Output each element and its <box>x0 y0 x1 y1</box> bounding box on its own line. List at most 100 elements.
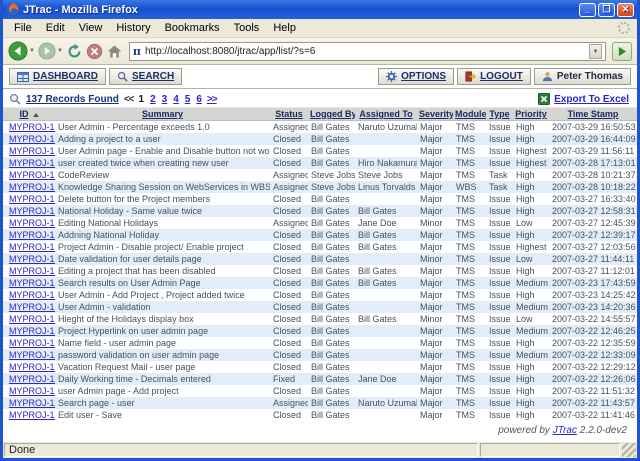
cell-type: Issue <box>486 157 513 169</box>
records-found-link[interactable]: 137 Records Found <box>26 94 119 105</box>
cell-assigned-to: Hiro Nakamura <box>355 157 417 169</box>
cell-status: Closed <box>270 193 308 205</box>
cell-summary: Project Hyperlink on user admin page <box>55 325 270 337</box>
cell-id: MYPROJ-135 <box>3 145 55 157</box>
issue-id-link[interactable]: MYPROJ-132 <box>6 182 55 192</box>
minimize-button[interactable]: _ <box>579 3 596 17</box>
options-button[interactable]: OPTIONS <box>378 68 454 85</box>
issue-id-link[interactable]: MYPROJ-117 <box>6 362 55 372</box>
col-header-label[interactable]: Severity <box>419 109 453 119</box>
cell-module: TMS <box>453 301 486 313</box>
col-header-logged-by[interactable]: Logged By <box>308 108 355 121</box>
export-to-excel-link[interactable]: Export To Excel <box>538 93 629 105</box>
col-header-priority[interactable]: Priority <box>513 108 549 121</box>
cell-id: MYPROJ-137 <box>3 121 55 133</box>
page-prev[interactable]: << <box>124 94 134 105</box>
cell-logged-by: Bill Gates <box>308 205 355 217</box>
throbber-icon <box>618 22 630 34</box>
issue-id-link[interactable]: MYPROJ-118 <box>6 350 55 360</box>
issue-id-link[interactable]: MYPROJ-128 <box>6 230 55 240</box>
col-header-status[interactable]: Status <box>270 108 308 121</box>
issue-id-link[interactable]: MYPROJ-130 <box>6 206 55 216</box>
url-dropdown-arrow[interactable]: ▼ <box>589 44 602 59</box>
menu-help[interactable]: Help <box>266 20 303 36</box>
col-header-label[interactable]: Logged By <box>310 109 355 119</box>
col-header-label[interactable]: Priority <box>515 109 547 119</box>
col-header-assigned-to[interactable]: Assigned To <box>355 108 417 121</box>
issue-id-link[interactable]: MYPROJ-126 <box>6 254 55 264</box>
col-header-label[interactable]: Time Stamp <box>568 109 619 119</box>
issue-id-link[interactable]: MYPROJ-119 <box>6 338 55 348</box>
menu-file[interactable]: File <box>7 20 39 36</box>
col-header-module[interactable]: Module <box>453 108 486 121</box>
issue-id-link[interactable]: MYPROJ-114 <box>6 398 55 408</box>
issue-id-link[interactable]: MYPROJ-125 <box>6 266 55 276</box>
stop-button[interactable] <box>86 43 103 60</box>
issue-id-link[interactable]: MYPROJ-121 <box>6 314 55 324</box>
cell-assigned-to: Steve Jobs <box>355 169 417 181</box>
resize-grip[interactable] <box>622 443 636 457</box>
page-link-4[interactable]: 4 <box>173 94 179 105</box>
col-header-label[interactable]: Summary <box>142 109 183 119</box>
user-badge[interactable]: Peter Thomas <box>534 68 631 85</box>
issue-id-link[interactable]: MYPROJ-136 <box>6 134 55 144</box>
issue-id-link[interactable]: MYPROJ-115 <box>6 386 55 396</box>
issue-id-link[interactable]: MYPROJ-122 <box>6 302 55 312</box>
col-header-severity[interactable]: Severity <box>417 108 453 121</box>
cell-severity: Major <box>417 361 453 373</box>
issue-id-link[interactable]: MYPROJ-127 <box>6 242 55 252</box>
url-text[interactable]: http://localhost:8080/jtrac/app/list/?s=… <box>145 46 589 57</box>
cell-id: MYPROJ-124 <box>3 277 55 289</box>
dashboard-button[interactable]: DASHBOARD <box>9 68 106 85</box>
menu-tools[interactable]: Tools <box>227 20 267 36</box>
cell-module: TMS <box>453 325 486 337</box>
page-link-3[interactable]: 3 <box>162 94 168 105</box>
cell-logged-by: Bill Gates <box>308 397 355 409</box>
page-next[interactable]: >> <box>207 94 217 105</box>
col-header-type[interactable]: Type <box>486 108 513 121</box>
col-header-summary[interactable]: Summary <box>55 108 270 121</box>
back-button[interactable]: ▼ <box>8 41 35 61</box>
forward-button[interactable]: ▼ <box>38 42 63 60</box>
issue-id-link[interactable]: MYPROJ-129 <box>6 218 55 228</box>
issue-id-link[interactable]: MYPROJ-113 <box>6 410 55 420</box>
home-button[interactable] <box>106 43 123 60</box>
col-header-id[interactable]: ID <box>3 108 55 121</box>
col-header-label[interactable]: Status <box>275 109 303 119</box>
menu-edit[interactable]: Edit <box>39 20 72 36</box>
issue-id-link[interactable]: MYPROJ-137 <box>6 122 55 132</box>
issue-id-link[interactable]: MYPROJ-135 <box>6 146 55 156</box>
table-row: MYPROJ-122User Admin - validationClosedB… <box>3 301 637 313</box>
issue-id-link[interactable]: MYPROJ-120 <box>6 326 55 336</box>
page-link-5[interactable]: 5 <box>185 94 191 105</box>
issue-id-link[interactable]: MYPROJ-116 <box>6 374 55 384</box>
issue-id-link[interactable]: MYPROJ-124 <box>6 278 55 288</box>
cell-priority: High <box>513 385 549 397</box>
col-header-label[interactable]: Assigned To <box>359 109 412 119</box>
issue-id-link[interactable]: MYPROJ-133 <box>6 170 55 180</box>
menu-view[interactable]: View <box>72 20 110 36</box>
restore-button[interactable]: ❐ <box>598 3 615 17</box>
col-header-time-stamp[interactable]: Time Stamp <box>549 108 637 121</box>
cell-logged-by: Bill Gates <box>308 121 355 133</box>
menu-bookmarks[interactable]: Bookmarks <box>158 20 227 36</box>
address-bar[interactable]: π http://localhost:8080/jtrac/app/list/?… <box>129 42 606 61</box>
jtrac-link[interactable]: JTrac <box>553 425 577 436</box>
cell-severity: Major <box>417 205 453 217</box>
page-link-6[interactable]: 6 <box>196 94 202 105</box>
page-link-2[interactable]: 2 <box>150 94 156 105</box>
logout-button[interactable]: LOGOUT <box>457 68 531 85</box>
reload-button[interactable] <box>66 43 83 60</box>
issue-id-link[interactable]: MYPROJ-123 <box>6 290 55 300</box>
cell-severity: Major <box>417 385 453 397</box>
col-header-label[interactable]: ID <box>20 109 29 119</box>
col-header-label[interactable]: Module <box>455 109 486 119</box>
cell-priority: High <box>513 121 549 133</box>
close-button[interactable]: ✕ <box>617 3 634 17</box>
issue-id-link[interactable]: MYPROJ-131 <box>6 194 55 204</box>
search-button[interactable]: SEARCH <box>109 68 182 85</box>
issue-id-link[interactable]: MYPROJ-134 <box>6 158 55 168</box>
go-button[interactable] <box>612 42 632 61</box>
col-header-label[interactable]: Type <box>489 109 509 119</box>
menu-history[interactable]: History <box>109 20 157 36</box>
